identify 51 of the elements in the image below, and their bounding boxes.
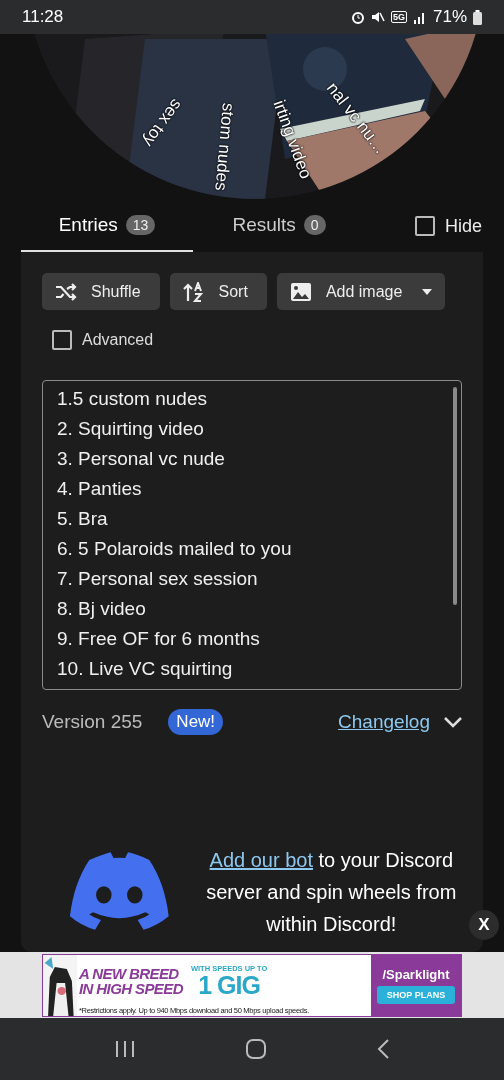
shuffle-icon: [55, 282, 77, 301]
changelog-link[interactable]: Changelog: [338, 711, 430, 733]
entry-line: 3. Personal vc nude: [57, 447, 226, 471]
entry-line: 7. Personal sex session: [57, 567, 259, 591]
checkbox[interactable]: [52, 330, 72, 350]
toolbar-button[interactable]: Shuffle: [42, 273, 160, 310]
toolbar-button[interactable]: Add image: [276, 273, 446, 310]
back-icon[interactable]: [375, 1038, 390, 1060]
sort-icon: [182, 281, 205, 302]
status-time: 11:28: [22, 7, 65, 27]
tab[interactable]: Results 0: [193, 200, 365, 252]
entry-line: 4. Panties: [57, 477, 143, 501]
ad-speed: 1 GIG: [198, 972, 260, 998]
discord-promo-text: Add our bot to your Discord server and spin wheels from within Discord!: [205, 848, 458, 937]
entry-line: 8. Bj video: [57, 597, 147, 621]
mute-icon: [370, 10, 385, 24]
battery-level: 71%: [432, 7, 467, 27]
checkbox-label: Hide: [444, 215, 482, 237]
network-label: 5G: [390, 11, 407, 23]
new-badge: New!: [168, 709, 224, 735]
ad-headline: A NEW BREED: [79, 965, 180, 981]
entry-line: 5. Bra: [57, 507, 109, 531]
wheel-label: sex toy: [139, 95, 186, 150]
checkbox-label: Advanced: [82, 331, 154, 349]
count-badge: 0: [303, 215, 326, 235]
caret-icon: [422, 288, 433, 295]
wheel-label: stom nudes: [211, 102, 237, 192]
count-badge: 13: [125, 215, 156, 235]
add-bot-link[interactable]: Add our bot: [209, 849, 313, 871]
discord-icon: [68, 851, 171, 933]
ad-headline: IN HIGH SPEED: [79, 980, 183, 996]
recents-icon[interactable]: [114, 1039, 137, 1059]
signal-icon: [412, 10, 427, 24]
entry-line: 6. 5 Polaroids mailed to you: [57, 537, 293, 561]
image-icon: [289, 281, 312, 302]
version-label: Version 255: [42, 711, 143, 733]
entry-line: 1.5 custom nudes: [57, 387, 208, 411]
toolbar-button[interactable]: Sort: [169, 273, 267, 310]
close-button[interactable]: X: [469, 910, 499, 940]
entry-line: 9. Free OF for 6 months: [57, 627, 261, 651]
alarm-icon: [350, 10, 365, 24]
checkbox[interactable]: [414, 216, 435, 236]
home-icon[interactable]: [245, 1038, 267, 1060]
wheel-label: irting video: [269, 97, 315, 182]
scrollbar[interactable]: [453, 387, 457, 605]
brand-logo: /Sparklight: [382, 967, 450, 982]
entry-line: 10. Live VC squirting: [57, 657, 234, 681]
entry-line: 2. Squirting video: [57, 417, 205, 441]
battery-icon: [473, 9, 482, 25]
chevron-icon[interactable]: [444, 716, 462, 728]
entries-field[interactable]: 1.5 custom nudes 2. Squirting video 3. Personal vc nude 4. Panties 5. Bra 6. 5 Polaroids mailed to you 7. Personal sex session 8. Bj video 9. Free OF for 6 months 10. Live VC squirting: [42, 380, 462, 690]
